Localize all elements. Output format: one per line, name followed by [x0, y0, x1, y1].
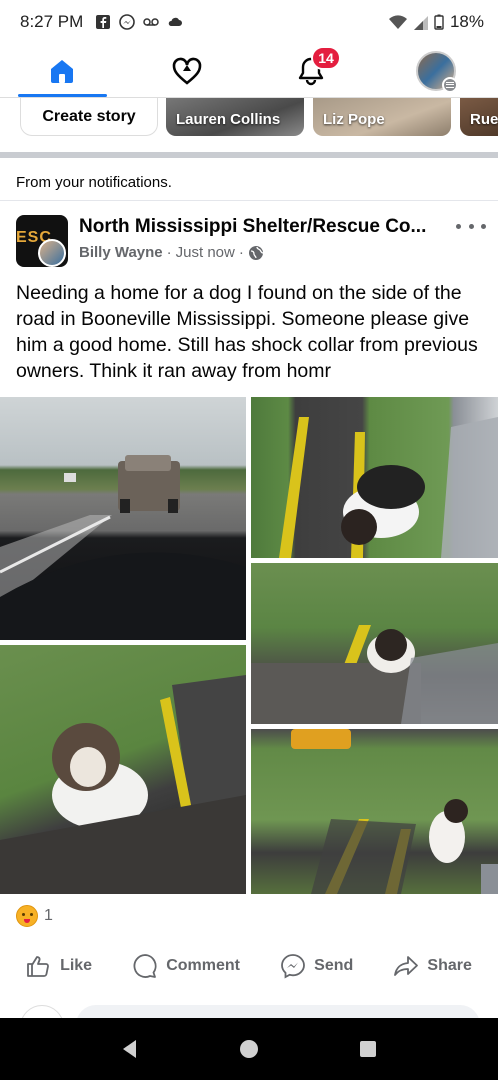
signal-icon: [413, 16, 428, 30]
share-label: Share: [427, 957, 472, 974]
messenger-icon: [281, 954, 306, 979]
back-icon[interactable]: [119, 1038, 141, 1060]
reaction-count: 1: [44, 907, 53, 924]
recents-icon[interactable]: [357, 1038, 379, 1060]
facebook-notification-icon: [96, 15, 111, 29]
photo-dog-standing: [291, 729, 498, 894]
photo-road-scene: [0, 455, 246, 640]
send-label: Send: [314, 957, 354, 974]
status-bar: 8:27 PM 18%: [0, 0, 498, 44]
tab-menu[interactable]: [374, 44, 498, 97]
post-photo[interactable]: [251, 729, 498, 894]
stories-strip: Create story Lauren Collins Liz Pope Rue: [0, 98, 498, 144]
page-name[interactable]: North Mississippi Shelter/Rescue Co...: [79, 216, 439, 238]
post-photo[interactable]: [0, 397, 246, 640]
story-card[interactable]: Liz Pope: [313, 98, 451, 136]
feed-separator: [0, 152, 498, 158]
photo-dog-fence: [251, 625, 498, 724]
like-button[interactable]: Like: [26, 954, 92, 978]
comment-button[interactable]: Comment: [132, 953, 240, 979]
post-photo[interactable]: [251, 397, 498, 558]
story-card[interactable]: Lauren Collins: [166, 98, 304, 136]
post-text: Needing a home for a dog I found on the …: [16, 282, 478, 382]
meta-separator: ·: [166, 244, 172, 261]
comment-label: Comment: [166, 957, 240, 974]
divider: [0, 200, 498, 201]
tab-notifications[interactable]: 14: [249, 44, 374, 97]
messenger-notification-icon: [119, 14, 136, 30]
top-nav: 14: [0, 44, 498, 98]
post-photo[interactable]: [251, 563, 498, 724]
post-photo[interactable]: [0, 645, 246, 894]
like-label: Like: [60, 957, 93, 974]
cloud-icon: [169, 17, 183, 26]
heart-icon: [172, 57, 202, 85]
battery-percent: 18%: [449, 12, 484, 31]
thumbs-up-icon: [27, 956, 49, 977]
home-icon: [51, 59, 74, 83]
create-story-button[interactable]: Create story: [20, 98, 158, 136]
menu-icon: [441, 76, 458, 93]
globe-icon: [248, 245, 263, 260]
meta-separator: ·: [238, 244, 244, 261]
post-context: From your notifications.: [16, 174, 172, 191]
haha-reaction-icon: [16, 905, 38, 927]
post-meta: Billy Wayne · Just now ·: [79, 244, 264, 261]
post-author[interactable]: Billy Wayne: [79, 244, 163, 261]
wifi-icon: [388, 15, 407, 29]
comment-icon: [133, 954, 157, 978]
share-icon: [394, 956, 419, 976]
story-card[interactable]: Rue: [460, 98, 498, 136]
profile-avatar: [415, 50, 458, 93]
post-actions: Like Comment Send Share: [0, 944, 498, 988]
status-time: 8:27 PM: [20, 12, 84, 31]
share-button[interactable]: Share: [393, 954, 472, 978]
more-options-button[interactable]: [456, 218, 486, 234]
post-time[interactable]: Just now: [176, 244, 235, 261]
photo-dog-ramp: [279, 417, 498, 558]
author-avatar: [38, 239, 66, 267]
tab-home[interactable]: [0, 44, 125, 97]
battery-icon: [434, 14, 444, 30]
reaction-summary[interactable]: 1: [16, 905, 53, 927]
system-navigation-bar: [0, 1018, 498, 1080]
notification-badge: 14: [311, 46, 341, 70]
tab-dating[interactable]: [125, 44, 250, 97]
send-button[interactable]: Send: [280, 953, 353, 979]
photo-dog-closeup: [0, 675, 246, 894]
page-avatar[interactable]: ESC: [16, 215, 68, 267]
home-circle-icon[interactable]: [238, 1038, 260, 1060]
voicemail-icon: [143, 18, 160, 26]
